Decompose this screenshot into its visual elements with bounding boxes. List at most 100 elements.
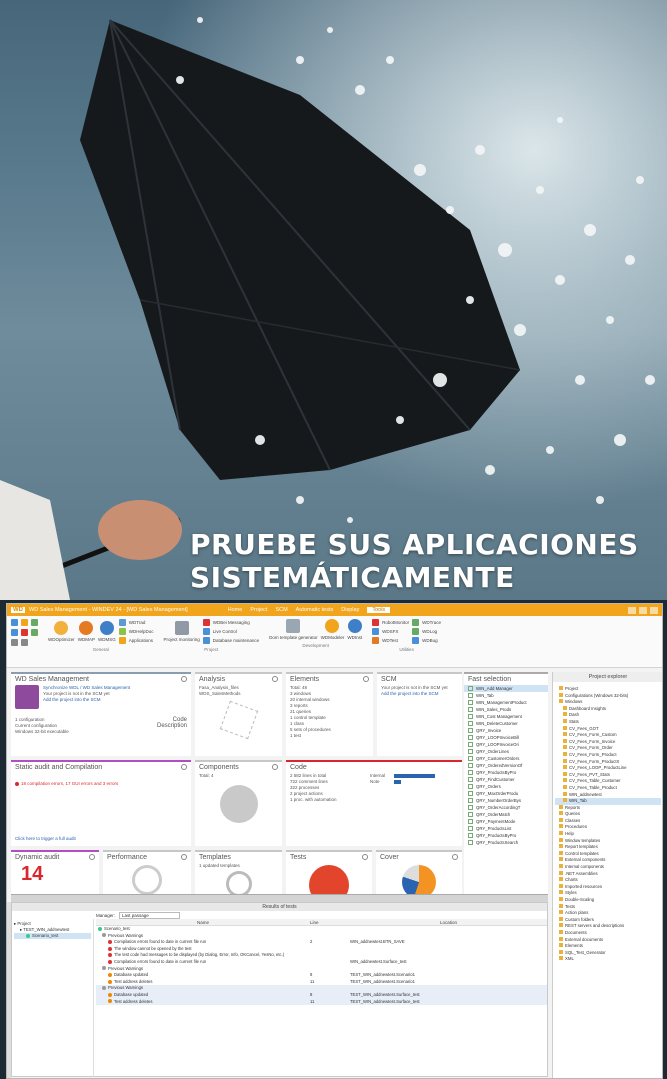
- applications-button[interactable]: Applications: [118, 637, 154, 644]
- col-line[interactable]: Line: [306, 919, 346, 925]
- fast-selection-item[interactable]: QRY_FindCustomer: [464, 776, 548, 783]
- cover-tile[interactable]: Cover: [376, 850, 462, 899]
- fast-selection-item[interactable]: WIN_DeleteCustomer: [464, 720, 548, 727]
- table-row[interactable]: Database updated 8 TEST_WIN_addnewtest.Sce…: [96, 972, 547, 979]
- dynamic-settings-icon[interactable]: [89, 854, 95, 860]
- explorer-item[interactable]: WIN_Tab: [555, 798, 661, 805]
- explorer-item[interactable]: Report templates: [555, 844, 661, 851]
- tab-scm[interactable]: SCM: [275, 607, 287, 613]
- wdtrace-button[interactable]: WDTrace: [412, 619, 441, 626]
- explorer-item[interactable]: Windows: [555, 699, 661, 706]
- checkbox-icon[interactable]: [468, 805, 473, 810]
- go-icon[interactable]: [11, 629, 18, 636]
- messaging-button[interactable]: WDBei Messaging: [202, 619, 259, 626]
- explorer-item[interactable]: CV_Fees_Table_Customer: [555, 778, 661, 785]
- add-to-scm-link[interactable]: Add the project into the SCM: [43, 697, 130, 703]
- fast-selection-item[interactable]: QRY_ProductsList: [464, 825, 548, 832]
- run-icon[interactable]: [31, 629, 38, 636]
- explorer-item[interactable]: Styles: [555, 890, 661, 897]
- explorer-item[interactable]: Control templates: [555, 850, 661, 858]
- checkbox-icon[interactable]: [468, 707, 473, 712]
- undo-icon[interactable]: [11, 639, 18, 646]
- manager-select[interactable]: Last passage: [119, 911, 180, 919]
- checkbox-icon[interactable]: [468, 784, 473, 789]
- explorer-item[interactable]: Action plans: [555, 910, 661, 917]
- fast-selection-item[interactable]: QRY_ProductsByPro: [464, 769, 548, 776]
- explorer-item[interactable]: External components: [555, 857, 661, 864]
- table-row[interactable]: Database updated 8 TEST_WIN_addnewtest.Sur…: [96, 991, 547, 999]
- explorer-item[interactable]: Double-Scaling: [555, 897, 661, 904]
- fast-selection-item[interactable]: QRY_MaxOrderProdu: [464, 790, 548, 797]
- explorer-item[interactable]: Queries: [555, 811, 661, 818]
- tab-tools[interactable]: Tools: [367, 607, 391, 613]
- checkbox-icon[interactable]: [468, 812, 473, 817]
- fast-selection-item[interactable]: QRY_Orders: [464, 783, 548, 790]
- checkbox-icon[interactable]: [468, 728, 473, 733]
- explorer-item[interactable]: CV_Fees_GOT: [555, 725, 661, 733]
- fast-selection-item[interactable]: QRY_ProductsByPro: [464, 832, 548, 839]
- explorer-item[interactable]: CV_Fees_Table_Product: [555, 784, 661, 792]
- components-tile[interactable]: Components Total: 4: [195, 760, 282, 846]
- checkbox-icon[interactable]: [468, 686, 473, 691]
- col-location[interactable]: Location: [346, 919, 547, 925]
- test-tree-scenario[interactable]: Scenario_test: [14, 933, 91, 939]
- fast-selection-item[interactable]: QRY_NumberOrderBys: [464, 797, 548, 804]
- explorer-item[interactable]: CV_Fees_Form_ProductX: [555, 758, 661, 766]
- explorer-item[interactable]: XML: [555, 956, 661, 963]
- panel-splitter[interactable]: [11, 894, 548, 902]
- fast-selection-item[interactable]: QRY_OrderAccordingT: [464, 804, 548, 811]
- cover-settings-icon[interactable]: [452, 854, 458, 860]
- performance-tile[interactable]: Performance: [103, 850, 191, 895]
- description-link[interactable]: Description: [157, 723, 187, 729]
- table-row[interactable]: Test address deletes 11 TEST_WIN_addnewtes…: [96, 979, 547, 986]
- wdmsg-button[interactable]: WDMSG: [98, 621, 116, 642]
- wdinst-button[interactable]: WDInst: [347, 619, 362, 640]
- explorer-item[interactable]: Reports: [555, 804, 661, 812]
- explorer-item[interactable]: Dash: [555, 712, 661, 719]
- checkbox-icon[interactable]: [468, 826, 473, 831]
- explorer-item[interactable]: Elements: [555, 943, 661, 950]
- fast-selection-item[interactable]: QRY_OrderedVersionOf: [464, 762, 548, 769]
- table-row[interactable]: Scenario_test: [96, 926, 547, 933]
- fast-selection-item[interactable]: QRY_OrderLines: [464, 748, 548, 755]
- stop-icon[interactable]: [21, 629, 28, 636]
- checkbox-icon[interactable]: [468, 819, 473, 824]
- components-settings-icon[interactable]: [272, 764, 278, 770]
- tab-project[interactable]: Project: [250, 607, 267, 613]
- wdhelpdoc-button[interactable]: WDHelpDoc: [118, 628, 154, 635]
- close-icon[interactable]: [650, 606, 658, 614]
- explorer-item[interactable]: Configurations (Windows 32-bits): [555, 692, 661, 700]
- new-icon[interactable]: [11, 619, 18, 626]
- audit-tile[interactable]: Static audit and Compilation 18 compilat…: [11, 760, 191, 846]
- scm-tile-link[interactable]: Add the project into the SCM: [381, 691, 458, 697]
- templates-tile[interactable]: Templates 1 updated templates: [195, 850, 282, 897]
- open-icon[interactable]: [21, 619, 28, 626]
- tab-home[interactable]: Home: [228, 607, 243, 613]
- fast-selection-item[interactable]: QRY_LOOPInvoiceBill: [464, 734, 548, 741]
- explorer-item[interactable]: Window templates: [555, 837, 661, 845]
- explorer-item[interactable]: Tests: [555, 903, 661, 911]
- checkbox-icon[interactable]: [468, 791, 473, 796]
- table-row[interactable]: Previous Warnings: [96, 985, 547, 992]
- table-row[interactable]: Compilation errors found to date in curr…: [96, 959, 547, 966]
- fast-selection-item[interactable]: WIN_Tab: [464, 692, 548, 699]
- fast-selection-item[interactable]: QRY_PaymentMode: [464, 818, 548, 825]
- checkbox-icon[interactable]: [468, 840, 473, 845]
- explorer-item[interactable]: Classes: [555, 817, 661, 825]
- live-control-button[interactable]: Live Control: [202, 628, 259, 635]
- project-monitoring-button[interactable]: Project monitoring: [164, 621, 200, 642]
- fast-selection-item[interactable]: QRY_OrderMatch: [464, 811, 548, 818]
- explorer-item[interactable]: External documents: [555, 936, 661, 944]
- template-generator-button[interactable]: Dom template generator: [269, 619, 318, 640]
- table-row[interactable]: The window cannot be opened by the test: [96, 946, 547, 953]
- code-tile[interactable]: Code 2 582 lines in total 722 comment lin…: [286, 760, 462, 846]
- tab-display[interactable]: Display: [341, 607, 359, 613]
- wdlog-button[interactable]: WDLog: [412, 628, 441, 635]
- explorer-item[interactable]: Dashboard Insights: [555, 705, 661, 713]
- fast-selection-item[interactable]: QRY_LOOPInvoiceOri: [464, 741, 548, 748]
- maximize-icon[interactable]: [639, 606, 647, 614]
- explorer-item[interactable]: CV_Fees_Form_Product: [555, 751, 661, 759]
- scm-tile[interactable]: SCM Your project is not in the SCM yet Ad…: [377, 672, 462, 756]
- tests-settings-icon[interactable]: [362, 854, 368, 860]
- minimize-icon[interactable]: [628, 606, 636, 614]
